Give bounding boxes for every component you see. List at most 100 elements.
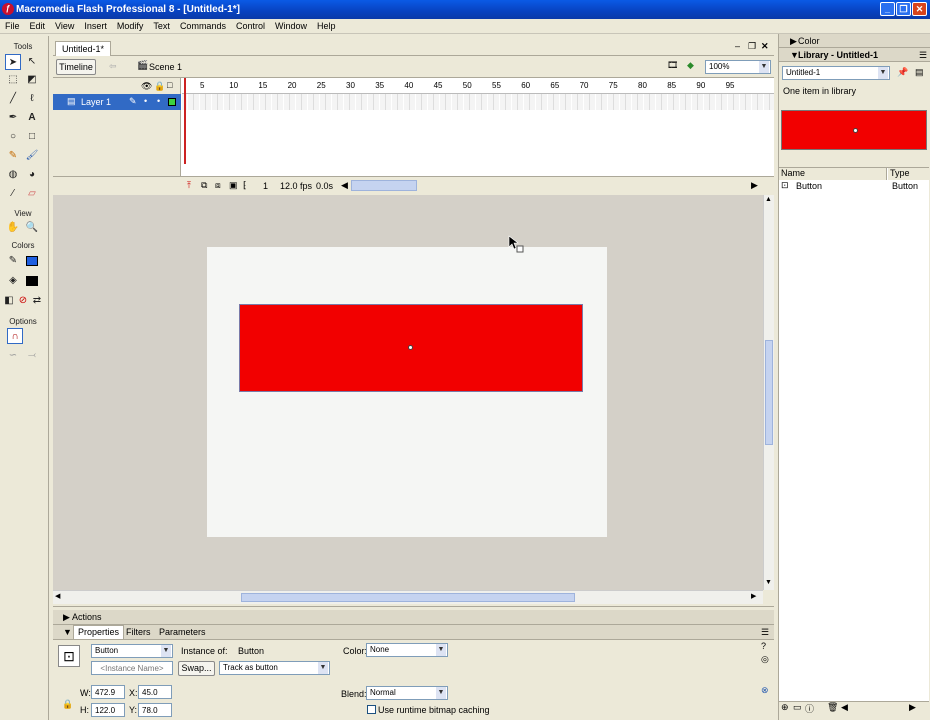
instance-name-input[interactable] <box>91 661 173 675</box>
smooth-icon[interactable]: ∽ <box>5 348 21 364</box>
height-input[interactable] <box>91 703 125 717</box>
library-panel-header[interactable]: ▼ Library - Untitled-1 ☰ <box>779 48 930 62</box>
edit-scene-icon[interactable]: 🎞 <box>667 60 678 71</box>
color-effect-select[interactable]: None <box>366 643 448 657</box>
fill-color-icon[interactable]: ◈ <box>5 273 21 289</box>
properties-icon[interactable]: ⓘ <box>805 702 814 715</box>
stage-vertical-scrollbar[interactable]: ▲ ▼ <box>763 195 774 590</box>
stage-vscroll-thumb[interactable] <box>765 340 773 445</box>
layer-row[interactable]: ▤ Layer 1 ✎ • • <box>53 94 181 110</box>
doc-minimize-icon[interactable]: – <box>735 41 740 51</box>
straighten-icon[interactable]: ⤙ <box>24 348 40 364</box>
menu-edit[interactable]: Edit <box>25 19 51 34</box>
fill-color-swatch[interactable] <box>26 276 38 286</box>
ink-bottle-tool-icon[interactable]: ◍ <box>5 167 21 183</box>
doc-restore-icon[interactable]: ❐ <box>748 41 756 52</box>
pin-library-icon[interactable]: 📌 <box>897 67 908 78</box>
expand-icon[interactable]: ⊗ <box>761 685 769 696</box>
tab-parameters[interactable]: Parameters <box>159 625 206 640</box>
menu-modify[interactable]: Modify <box>112 19 149 34</box>
line-tool-icon[interactable]: ╱ <box>5 91 21 107</box>
restore-button[interactable]: ❐ <box>896 2 911 16</box>
width-input[interactable] <box>91 685 125 699</box>
color-panel-header[interactable]: ▶ Color <box>779 34 930 48</box>
menu-text[interactable]: Text <box>148 19 175 34</box>
menu-file[interactable]: File <box>0 19 25 34</box>
paint-bucket-tool-icon[interactable]: ◕ <box>24 167 40 183</box>
close-button[interactable]: ✕ <box>912 2 927 16</box>
edit-multiple-icon[interactable]: ▣ <box>229 180 238 191</box>
layer-visibility-dot[interactable]: • <box>144 96 147 106</box>
library-scroll-left-icon[interactable]: ◀ <box>841 702 848 713</box>
timeline-scroll-thumb[interactable] <box>351 180 417 191</box>
help-icon[interactable]: ? <box>761 641 766 651</box>
scroll-down-icon[interactable]: ▼ <box>765 579 772 586</box>
subselection-tool-icon[interactable]: ↖ <box>24 54 40 70</box>
layer-lock-dot[interactable]: • <box>157 96 160 106</box>
timeline-toggle-button[interactable]: Timeline <box>56 59 96 75</box>
selection-tool-icon[interactable]: ➤ <box>5 54 21 70</box>
minimize-button[interactable]: _ <box>880 2 895 16</box>
outline-header-icon[interactable]: □ <box>167 80 172 90</box>
hand-tool-icon[interactable]: ✋ <box>5 220 21 236</box>
back-arrow-icon[interactable]: ⇦ <box>109 61 117 72</box>
new-symbol-icon[interactable]: ⊕ <box>781 702 789 713</box>
menu-insert[interactable]: Insert <box>79 19 112 34</box>
library-scroll-right-icon[interactable]: ▶ <box>909 702 916 713</box>
library-doc-select[interactable]: Untitled-1 <box>782 66 890 80</box>
x-input[interactable] <box>138 685 172 699</box>
layer-name[interactable]: Layer 1 <box>81 97 111 107</box>
bitmap-caching-checkbox[interactable] <box>367 705 376 714</box>
eyedropper-tool-icon[interactable]: ⁄ <box>5 186 21 202</box>
menu-window[interactable]: Window <box>270 19 312 34</box>
brush-tool-icon[interactable]: 🖌 <box>24 148 40 164</box>
no-color-icon[interactable]: ⊘ <box>17 293 29 309</box>
pen-tool-icon[interactable]: ✒ <box>5 110 21 126</box>
edit-symbols-icon[interactable]: ◆ <box>687 60 694 71</box>
actions-panel-header[interactable]: ▶ Actions <box>53 610 774 625</box>
scroll-left-icon[interactable]: ◀ <box>341 180 348 191</box>
stroke-color-swatch[interactable] <box>26 256 38 266</box>
swap-colors-icon[interactable]: ⇄ <box>31 293 43 309</box>
doc-close-icon[interactable]: ✕ <box>761 41 769 52</box>
stage-hscroll-thumb[interactable] <box>241 593 575 602</box>
tab-properties[interactable]: Properties <box>73 625 125 640</box>
layer-outline-color[interactable] <box>168 98 176 106</box>
column-name[interactable]: Name <box>779 168 887 180</box>
scene-label[interactable]: Scene 1 <box>149 62 182 72</box>
onion-outline-icon[interactable]: ⧈ <box>215 180 221 191</box>
lock-header-icon[interactable]: 🔒 <box>154 81 165 92</box>
rectangle-tool-icon[interactable]: □ <box>24 129 40 145</box>
fill-transform-tool-icon[interactable]: ◩ <box>24 72 40 88</box>
playhead[interactable] <box>184 78 186 164</box>
delete-item-icon[interactable]: 🗑 <box>827 702 838 713</box>
library-item-row[interactable]: ⊡ Button Button <box>779 180 929 193</box>
y-input[interactable] <box>138 703 172 717</box>
swap-button[interactable]: Swap... <box>178 661 215 676</box>
zoom-tool-icon[interactable]: 🔍 <box>24 220 40 236</box>
stage[interactable] <box>207 247 607 537</box>
menu-control[interactable]: Control <box>231 19 270 34</box>
snap-to-objects-icon[interactable]: ∩ <box>7 328 23 344</box>
menu-help[interactable]: Help <box>312 19 341 34</box>
oval-tool-icon[interactable]: ○ <box>5 129 21 145</box>
stroke-color-icon[interactable]: ✎ <box>5 253 21 269</box>
document-tab[interactable]: Untitled-1* <box>55 41 112 56</box>
scroll-right-icon[interactable]: ▶ <box>751 180 758 191</box>
library-menu-icon[interactable]: ☰ <box>919 48 927 62</box>
hscroll-left-icon[interactable]: ◀ <box>55 592 60 600</box>
frame-row[interactable] <box>182 94 774 110</box>
edit-icon[interactable]: ◎ <box>761 654 769 665</box>
zoom-select[interactable]: 100% <box>705 60 771 74</box>
lock-aspect-icon[interactable]: 🔒 <box>62 699 73 710</box>
panel-options-icon[interactable]: ☰ <box>761 625 769 640</box>
lasso-tool-icon[interactable]: ℓ <box>24 91 40 107</box>
frame-rate[interactable]: 12.0 fps <box>280 181 312 191</box>
black-white-icon[interactable]: ◧ <box>3 293 15 309</box>
pencil-tool-icon[interactable]: ✎ <box>5 148 21 164</box>
onion-skin-icon[interactable]: ⧉ <box>201 180 207 191</box>
scroll-up-icon[interactable]: ▲ <box>765 196 772 203</box>
column-type[interactable]: Type <box>888 168 929 180</box>
menu-commands[interactable]: Commands <box>175 19 231 34</box>
frame-ruler[interactable]: 5 10 15 20 25 30 35 40 45 50 55 60 65 70 75 80 85 90 95 <box>182 78 774 94</box>
